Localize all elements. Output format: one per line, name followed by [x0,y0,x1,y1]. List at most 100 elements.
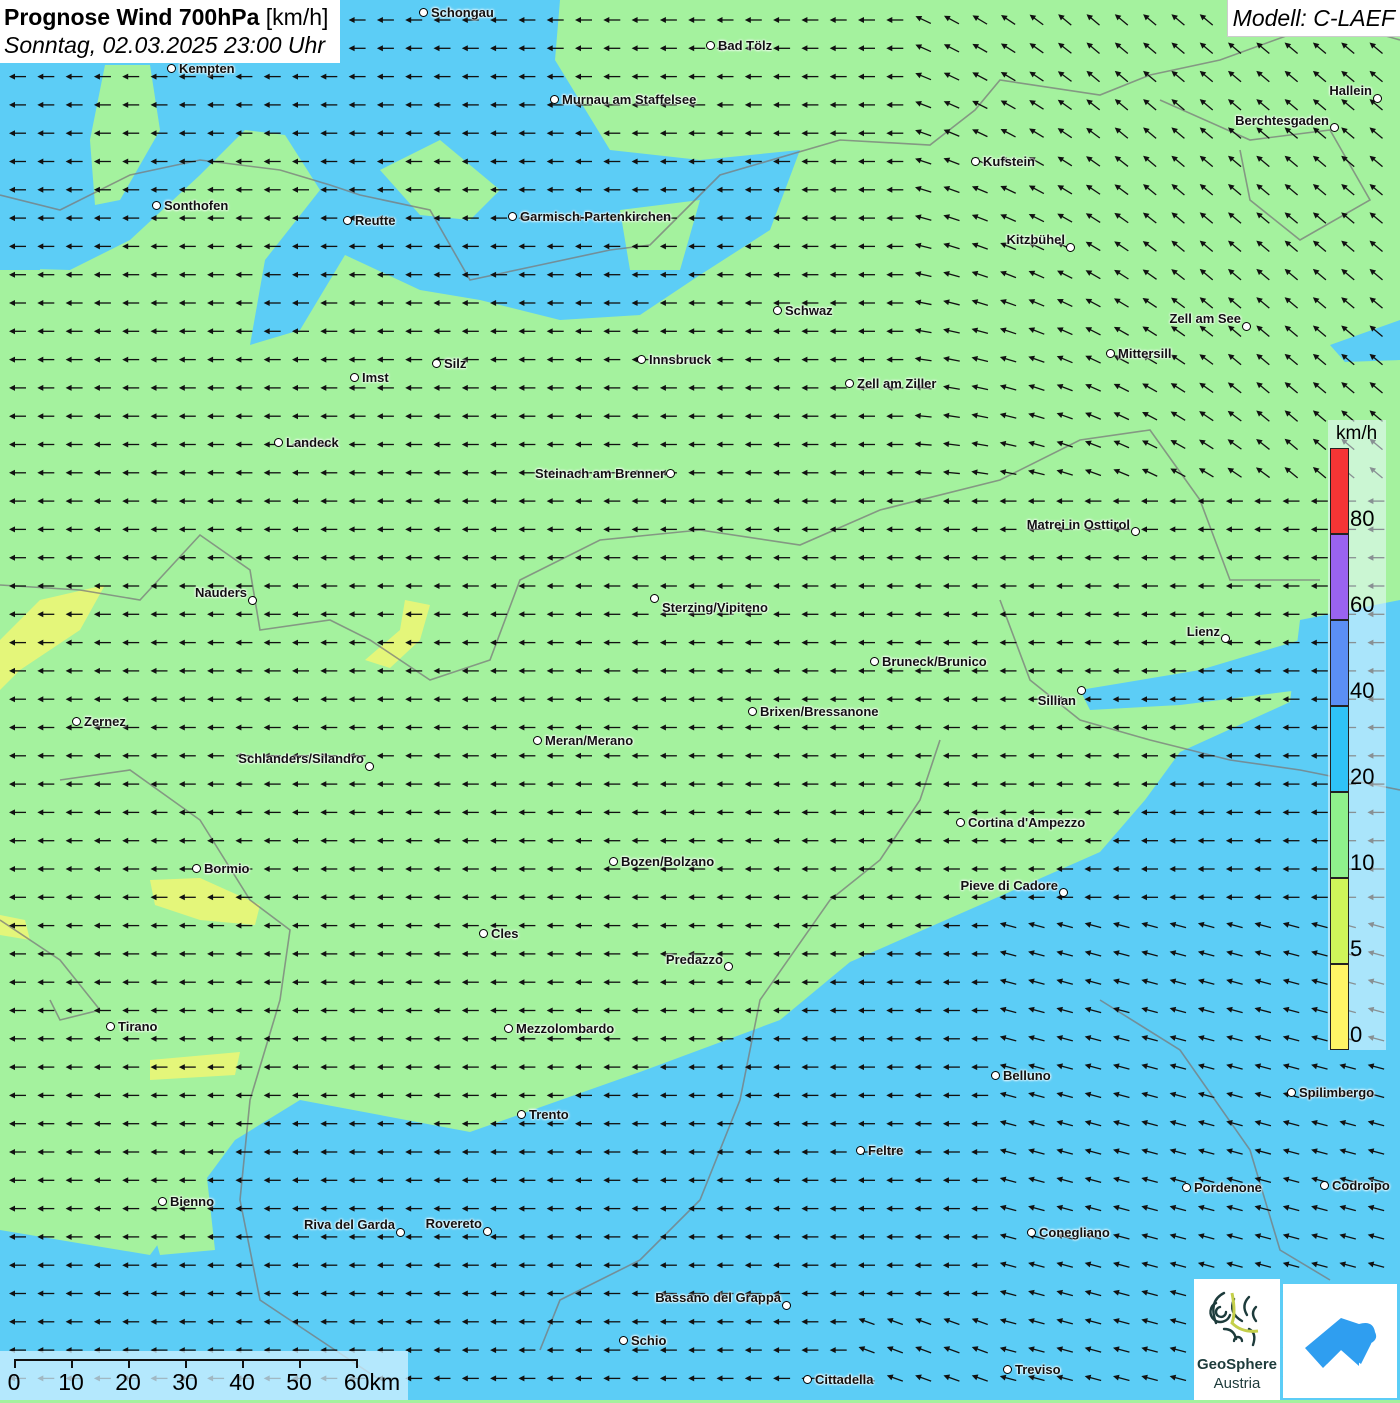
city-marker [508,212,517,221]
city-label[interactable]: Schlanders/Silandro [238,751,364,766]
city-label[interactable]: Innsbruck [649,352,711,367]
city-label[interactable]: Rovereto [426,1216,482,1231]
city-label[interactable]: Zell am See [1169,311,1241,326]
city-label[interactable]: Mezzolombardo [516,1021,614,1036]
geosphere-subname: Austria [1213,1375,1261,1392]
city-label[interactable]: Treviso [1015,1362,1061,1377]
city-marker [248,596,257,605]
city-label[interactable]: Imst [362,370,389,385]
city-marker [106,1022,115,1031]
city-marker [167,64,176,73]
geosphere-name: GeoSphere [1196,1356,1278,1373]
geosphere-logo[interactable]: GeoSphere Austria [1194,1279,1280,1400]
city-marker [274,438,283,447]
partner-logo[interactable] [1283,1284,1397,1398]
city-marker [856,1146,865,1155]
city-label[interactable]: Meran/Merano [545,733,633,748]
city-label[interactable]: Schongau [431,5,494,20]
city-label[interactable]: Belluno [1003,1068,1051,1083]
city-label[interactable]: Garmisch-Partenkirchen [520,209,671,224]
city-marker [550,95,559,104]
city-label[interactable]: Spilimbergo [1299,1085,1374,1100]
city-marker [365,762,374,771]
city-label[interactable]: Predazzo [666,952,723,967]
city-marker [483,1227,492,1236]
city-label[interactable]: Brixen/Bressanone [760,704,879,719]
city-label[interactable]: Cittadella [815,1372,874,1387]
city-label[interactable]: Murnau am Staffelsee [562,92,696,107]
city-marker [396,1228,405,1237]
city-marker [533,736,542,745]
legend-label: 40 [1350,678,1375,703]
legend-color-0 [1330,964,1349,1050]
city-label[interactable]: Tirano [118,1019,158,1034]
city-label[interactable]: Lienz [1187,624,1220,639]
city-label[interactable]: Kitzbühel [1007,232,1066,247]
city-marker [1242,322,1251,331]
city-label[interactable]: Reutte [355,213,395,228]
city-label[interactable]: Feltre [868,1143,903,1158]
city-label[interactable]: Steinach am Brenner [535,466,665,481]
city-label[interactable]: Landeck [286,435,339,450]
scale-label: 50 [286,1369,312,1395]
city-label[interactable]: Kufstein [983,154,1035,169]
city-label[interactable]: Sterzing/Vipiteno [662,600,768,615]
city-label[interactable]: Sonthofen [164,198,228,213]
city-marker [706,41,715,50]
map-title: Prognose Wind 700hPa [km/h] [4,3,328,31]
legend-label: 0 [1350,1022,1363,1047]
city-label[interactable]: Nauders [195,585,247,600]
city-label[interactable]: Sillian [1038,693,1076,708]
scale-tick [14,1359,16,1368]
city-label[interactable]: Schwaz [785,303,833,318]
city-label[interactable]: Bozen/Bolzano [621,854,714,869]
city-label[interactable]: Bassano del Grappa [655,1290,781,1305]
city-label[interactable]: Pieve di Cadore [960,878,1058,893]
city-marker [773,306,782,315]
city-label[interactable]: Pordenone [1194,1180,1262,1195]
city-marker [504,1024,513,1033]
legend-color-5 [1330,878,1349,964]
city-label[interactable]: Codroipo [1332,1178,1390,1193]
city-marker [724,962,733,971]
scale-label: 10 [58,1369,84,1395]
city-marker [1320,1181,1329,1190]
city-label[interactable]: Bormio [204,861,250,876]
city-marker [1131,527,1140,536]
scale-label: 30 [172,1369,198,1395]
city-marker [637,355,646,364]
legend-color-20 [1330,706,1349,792]
city-label[interactable]: Zell am Ziller [857,376,936,391]
city-label[interactable]: Mittersill [1118,346,1171,361]
city-label[interactable]: Cortina d'Ampezzo [968,815,1085,830]
city-label[interactable]: Kempten [179,61,235,76]
scale-label: 20 [115,1369,141,1395]
city-marker [870,657,879,666]
city-label[interactable]: Bad Tölz [718,38,772,53]
city-marker [1066,243,1075,252]
city-marker [845,379,854,388]
scale-tick [128,1359,130,1368]
city-marker [1106,349,1115,358]
city-label[interactable]: Cles [491,926,518,941]
city-marker [782,1301,791,1310]
city-label[interactable]: Bienno [170,1194,214,1209]
city-label[interactable]: Conegliano [1039,1225,1110,1240]
city-label[interactable]: Matrei in Osttirol [1027,517,1130,532]
city-label[interactable]: Zernez [84,714,126,729]
city-label[interactable]: Silz [444,356,466,371]
city-label[interactable]: Bruneck/Brunico [882,654,987,669]
city-marker [803,1375,812,1384]
city-marker [748,707,757,716]
city-label[interactable]: Trento [529,1107,569,1122]
city-marker [650,594,659,603]
city-label[interactable]: Berchtesgaden [1235,113,1329,128]
city-marker [991,1071,1000,1080]
city-label[interactable]: Schio [631,1333,666,1348]
city-marker [1059,888,1068,897]
city-marker [1077,686,1086,695]
city-label[interactable]: Riva del Garda [304,1217,395,1232]
city-label[interactable]: Hallein [1329,83,1372,98]
city-marker [432,359,441,368]
city-marker [971,157,980,166]
